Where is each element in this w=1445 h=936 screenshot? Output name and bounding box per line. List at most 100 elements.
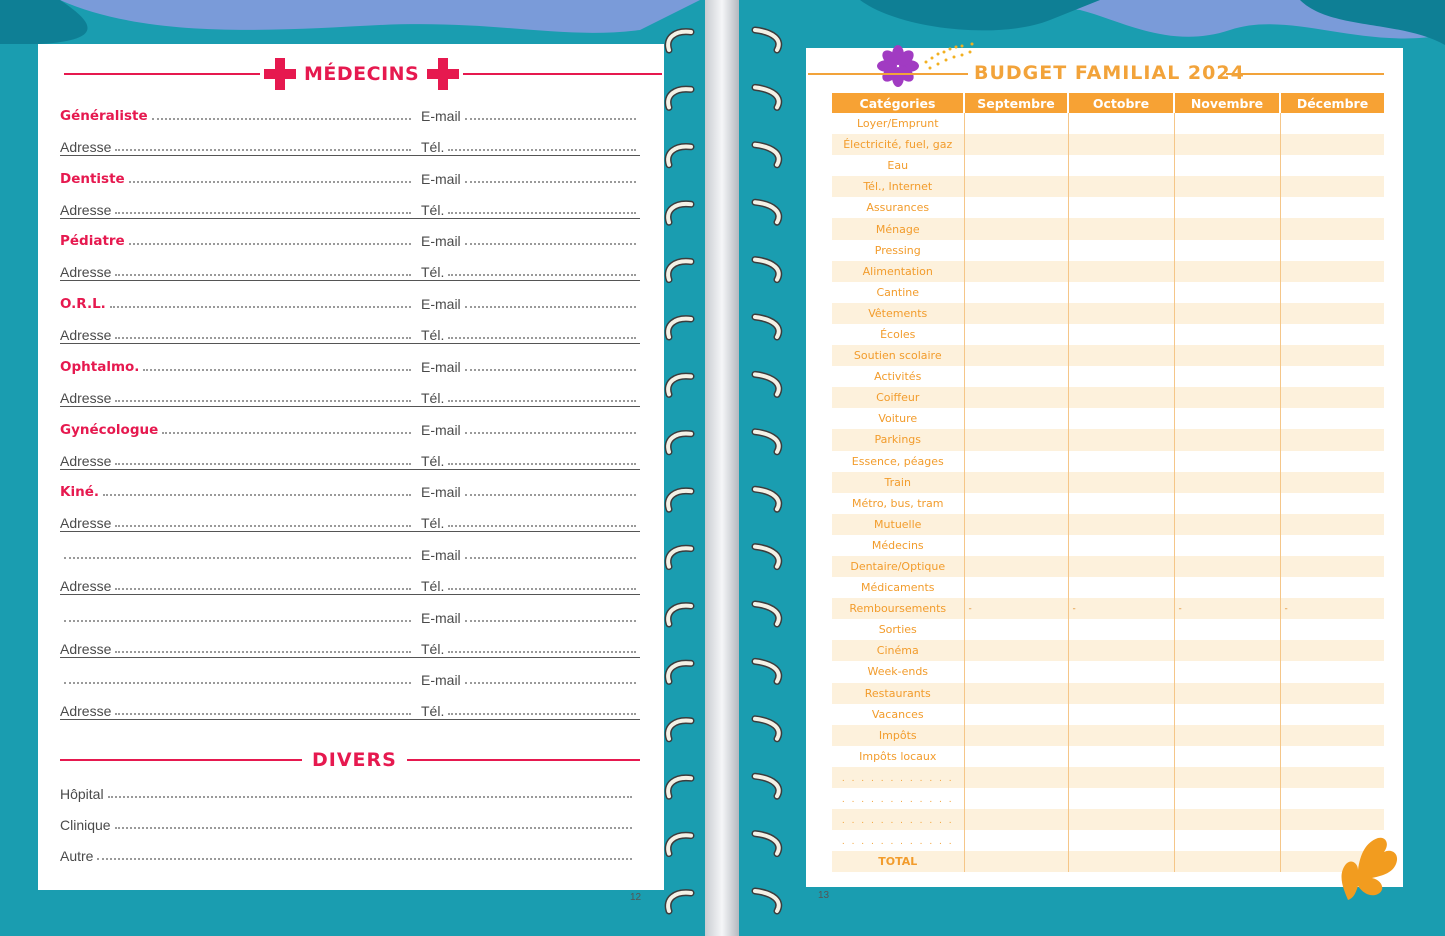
amount-cell[interactable] <box>1280 724 1384 746</box>
amount-cell[interactable] <box>1174 788 1281 810</box>
email-field[interactable] <box>464 494 636 497</box>
amount-cell[interactable] <box>1174 577 1281 599</box>
amount-cell[interactable] <box>1280 640 1384 662</box>
amount-cell[interactable] <box>1280 408 1384 429</box>
amount-cell[interactable] <box>1280 619 1384 640</box>
amount-cell[interactable] <box>1280 535 1384 556</box>
divers-field[interactable] <box>107 796 632 798</box>
amount-cell[interactable] <box>1068 492 1175 514</box>
amount-cell[interactable] <box>1174 155 1281 177</box>
amount-cell[interactable] <box>964 577 1069 599</box>
amount-cell[interactable] <box>1280 155 1384 176</box>
amount-cell[interactable] <box>964 830 1069 852</box>
amount-cell[interactable] <box>1068 155 1175 177</box>
amount-cell[interactable] <box>1280 661 1384 682</box>
name-field[interactable] <box>151 118 411 120</box>
amount-cell[interactable] <box>1174 345 1281 367</box>
amount-cell[interactable] <box>1280 809 1384 831</box>
amount-cell[interactable] <box>1280 302 1384 324</box>
amount-cell[interactable] <box>1280 113 1384 134</box>
name-field[interactable] <box>64 556 411 559</box>
amount-cell[interactable] <box>1068 345 1175 367</box>
name-field[interactable] <box>128 180 411 183</box>
amount-cell[interactable] <box>964 809 1069 831</box>
amount-cell[interactable] <box>1174 218 1281 240</box>
amount-cell[interactable] <box>1280 555 1384 578</box>
name-field[interactable] <box>64 682 411 685</box>
amount-cell[interactable] <box>964 851 1069 873</box>
amount-cell[interactable] <box>1280 493 1384 514</box>
amount-cell[interactable] <box>964 281 1069 303</box>
amount-cell[interactable] <box>1280 197 1384 218</box>
amount-cell[interactable] <box>1174 555 1281 578</box>
amount-cell[interactable] <box>1068 619 1175 641</box>
amount-cell[interactable] <box>1068 724 1175 746</box>
amount-cell[interactable] <box>1174 450 1281 472</box>
amount-cell[interactable]: - <box>1174 598 1281 620</box>
amount-cell[interactable] <box>964 682 1069 704</box>
amount-cell[interactable] <box>964 703 1069 725</box>
address-field[interactable] <box>115 399 411 402</box>
amount-cell[interactable] <box>1068 766 1175 788</box>
amount-cell[interactable] <box>1068 218 1175 240</box>
amount-cell[interactable] <box>1068 323 1175 346</box>
amount-cell[interactable] <box>1068 450 1175 472</box>
address-field[interactable] <box>115 462 411 465</box>
blank-category-field[interactable]: . . . . . . . . . . . . <box>832 830 965 852</box>
address-field[interactable] <box>115 587 411 590</box>
amount-cell[interactable] <box>1174 724 1281 746</box>
amount-cell[interactable] <box>1068 429 1175 451</box>
amount-cell[interactable] <box>1280 746 1384 767</box>
amount-cell[interactable] <box>1174 260 1281 282</box>
tel-field[interactable] <box>448 149 636 151</box>
blank-category-field[interactable]: . . . . . . . . . . . . <box>832 788 965 810</box>
amount-cell[interactable] <box>1280 513 1384 535</box>
email-field[interactable] <box>464 368 636 371</box>
divers-field[interactable] <box>114 827 632 829</box>
email-field[interactable] <box>464 180 636 183</box>
amount-cell[interactable] <box>1174 366 1281 388</box>
amount-cell[interactable] <box>1174 851 1281 873</box>
address-field[interactable] <box>115 650 411 653</box>
amount-cell[interactable] <box>964 345 1069 367</box>
amount-cell[interactable] <box>964 429 1069 451</box>
tel-field[interactable] <box>448 713 636 716</box>
name-field[interactable] <box>64 619 411 622</box>
amount-cell[interactable] <box>1280 682 1384 704</box>
amount-cell[interactable] <box>1068 302 1175 324</box>
tel-field[interactable] <box>448 525 636 528</box>
tel-field[interactable] <box>448 337 636 340</box>
amount-cell[interactable] <box>1280 471 1384 493</box>
blank-category-field[interactable]: . . . . . . . . . . . . <box>832 809 965 831</box>
amount-cell[interactable] <box>1280 766 1384 788</box>
amount-cell[interactable] <box>964 218 1069 240</box>
name-field[interactable] <box>109 306 411 309</box>
tel-field[interactable] <box>448 274 636 277</box>
amount-cell[interactable] <box>1174 113 1281 135</box>
amount-cell[interactable] <box>964 534 1069 556</box>
amount-cell[interactable] <box>1068 260 1175 282</box>
amount-cell[interactable] <box>1174 703 1281 725</box>
address-field[interactable] <box>115 713 411 716</box>
amount-cell[interactable] <box>964 555 1069 578</box>
amount-cell[interactable] <box>964 113 1069 135</box>
amount-cell[interactable] <box>964 766 1069 788</box>
amount-cell[interactable] <box>964 661 1069 683</box>
amount-cell[interactable] <box>1174 766 1281 788</box>
amount-cell[interactable] <box>1174 134 1281 156</box>
address-field[interactable] <box>115 525 411 528</box>
amount-cell[interactable] <box>1280 429 1384 451</box>
amount-cell[interactable] <box>1068 830 1175 852</box>
amount-cell[interactable] <box>1174 513 1281 535</box>
amount-cell[interactable] <box>964 724 1069 746</box>
name-field[interactable] <box>162 431 411 434</box>
amount-cell[interactable] <box>1280 345 1384 367</box>
amount-cell[interactable] <box>964 619 1069 641</box>
amount-cell[interactable] <box>1068 134 1175 156</box>
email-field[interactable] <box>464 619 636 622</box>
amount-cell[interactable] <box>1280 260 1384 282</box>
amount-cell[interactable] <box>964 492 1069 514</box>
amount-cell[interactable] <box>964 387 1069 409</box>
amount-cell[interactable] <box>1280 366 1384 387</box>
name-field[interactable] <box>128 243 411 246</box>
